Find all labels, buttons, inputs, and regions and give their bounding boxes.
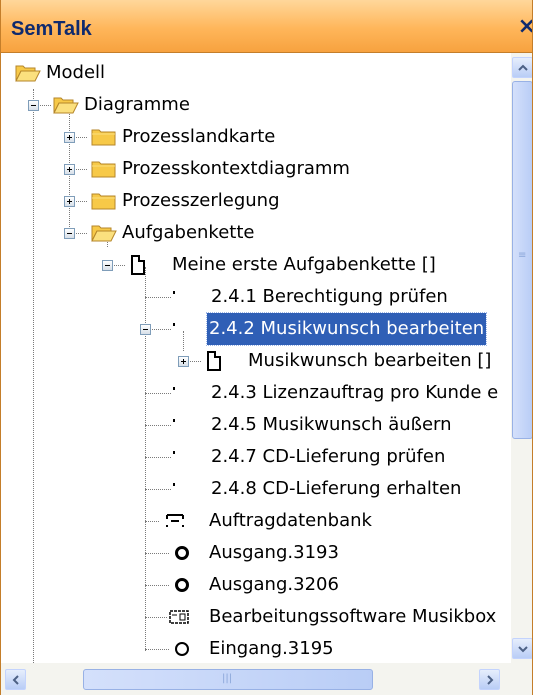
process-step-icon bbox=[173, 419, 175, 422]
tree-item-label: Diagramme bbox=[84, 94, 190, 115]
open-folder-icon bbox=[53, 97, 79, 114]
tree-item-2-4-7[interactable]: 2.4.7 CD-Lieferung prüfen bbox=[1, 441, 501, 473]
tree-branch-line bbox=[145, 617, 167, 618]
tree-branch-line bbox=[145, 521, 159, 522]
tree-item-label: Ausgang.3193 bbox=[209, 542, 339, 563]
horizontal-scrollbar[interactable]: ||| bbox=[1, 663, 511, 695]
tree-branch-line bbox=[145, 297, 171, 298]
scroll-left-button[interactable] bbox=[5, 669, 26, 690]
chevron-down-icon bbox=[518, 646, 528, 653]
tree-item-prozesslandkarte[interactable]: Prozesslandkarte bbox=[1, 121, 331, 153]
expand-toggle-icon[interactable] bbox=[64, 132, 75, 143]
tree-item-label: Meine erste Aufgabenkette [] bbox=[172, 254, 436, 275]
tree-item-meine-erste-aufgabenkette[interactable]: Meine erste Aufgabenkette [] bbox=[1, 249, 481, 281]
process-step-icon bbox=[173, 323, 175, 326]
folder-icon bbox=[91, 129, 116, 146]
collapse-toggle-icon[interactable] bbox=[102, 260, 113, 271]
close-icon[interactable]: × bbox=[518, 14, 532, 39]
tree-item-label: Aufgabenkette bbox=[122, 222, 255, 243]
folder-icon bbox=[91, 161, 116, 178]
tree-branch-line bbox=[145, 393, 171, 394]
tree-item-label: 2.4.5 Musikwunsch äußern bbox=[211, 414, 452, 435]
tree-item-ausgang-3206[interactable]: Ausgang.3206 bbox=[1, 569, 501, 601]
expand-toggle-icon[interactable] bbox=[178, 356, 189, 367]
tree-item-label: 2.4.1 Berechtigung prüfen bbox=[211, 286, 448, 307]
tree-branch-line bbox=[145, 489, 171, 490]
expand-toggle-icon[interactable] bbox=[64, 196, 75, 207]
tree-branch-line bbox=[145, 649, 169, 650]
scroll-down-button[interactable] bbox=[512, 638, 532, 659]
software-icon bbox=[169, 610, 189, 624]
tree-item-2-4-8[interactable]: 2.4.8 CD-Lieferung erhalten bbox=[1, 473, 501, 505]
tree-item-label: Prozesszerlegung bbox=[122, 190, 280, 211]
tree-item-label: Bearbeitungssoftware Musikbox bbox=[209, 606, 497, 627]
tree-item-modell[interactable]: Modell bbox=[1, 57, 301, 89]
process-step-icon bbox=[173, 291, 175, 294]
open-folder-icon bbox=[15, 65, 41, 82]
tree-branch-line bbox=[145, 553, 169, 554]
tree-branch-line bbox=[145, 457, 171, 458]
scrollbar-corner bbox=[511, 663, 532, 695]
vertical-scrollbar[interactable]: ≡ bbox=[511, 53, 532, 663]
process-step-icon bbox=[173, 451, 175, 454]
grip-icon: ||| bbox=[222, 673, 233, 684]
chevron-right-icon bbox=[487, 675, 494, 685]
database-icon bbox=[166, 514, 184, 528]
tree-item-label: Modell bbox=[46, 62, 106, 83]
panel-titlebar: SemTalk × bbox=[1, 0, 532, 53]
tree-item-label: 2.4.3 Lizenzauftrag pro Kunde e bbox=[211, 382, 499, 403]
collapse-toggle-icon[interactable] bbox=[64, 228, 75, 239]
tree-item-auftragdatenbank[interactable]: Auftragdatenbank bbox=[1, 505, 501, 537]
tree-item-diagramme[interactable]: Diagramme bbox=[1, 89, 301, 121]
vertical-scroll-thumb[interactable]: ≡ bbox=[512, 81, 532, 439]
tree-item-musikwunsch-diagram[interactable]: Musikwunsch bearbeiten [] bbox=[1, 345, 511, 377]
tree-item-label: Musikwunsch bearbeiten [] bbox=[248, 350, 492, 371]
semtalk-panel: SemTalk × Modell Diagramme bbox=[0, 0, 533, 695]
tree-item-prozesskontextdiagramm[interactable]: Prozesskontextdiagramm bbox=[1, 153, 401, 185]
output-icon bbox=[175, 546, 189, 560]
scroll-up-button[interactable] bbox=[512, 57, 532, 78]
model-tree: Modell Diagramme Prozesslandkarte Prozes… bbox=[1, 53, 511, 663]
tree-item-2-4-3[interactable]: 2.4.3 Lizenzauftrag pro Kunde e bbox=[1, 377, 511, 409]
process-step-icon bbox=[173, 483, 175, 486]
output-icon bbox=[175, 578, 189, 592]
tree-branch-line bbox=[145, 585, 169, 586]
input-icon bbox=[175, 642, 189, 656]
diagram-page-icon bbox=[207, 351, 221, 371]
tree-item-label: Ausgang.3206 bbox=[209, 574, 339, 595]
diagram-page-icon bbox=[131, 255, 145, 275]
expand-toggle-icon[interactable] bbox=[64, 164, 75, 175]
tree-item-label: 2.4.8 CD-Lieferung erhalten bbox=[211, 478, 462, 499]
grip-icon: ≡ bbox=[518, 250, 527, 261]
tree-item-2-4-2[interactable]: 2.4.2 Musikwunsch bearbeiten bbox=[1, 312, 511, 346]
tree-branch-line bbox=[145, 425, 171, 426]
panel-title: SemTalk bbox=[11, 18, 92, 40]
tree-item-2-4-1[interactable]: 2.4.1 Berechtigung prüfen bbox=[1, 281, 501, 313]
tree-item-eingang-3195[interactable]: Eingang.3195 bbox=[1, 633, 501, 663]
tree-item-2-4-5[interactable]: 2.4.5 Musikwunsch äußern bbox=[1, 409, 501, 441]
chevron-up-icon bbox=[518, 64, 528, 71]
tree-item-label: 2.4.7 CD-Lieferung prüfen bbox=[211, 446, 446, 467]
tree-item-prozesszerlegung[interactable]: Prozesszerlegung bbox=[1, 185, 331, 217]
scroll-right-button[interactable] bbox=[479, 669, 500, 690]
process-step-icon bbox=[173, 387, 175, 390]
tree-item-label: Prozesskontextdiagramm bbox=[122, 158, 350, 179]
folder-icon bbox=[91, 193, 116, 210]
horizontal-scroll-thumb[interactable]: ||| bbox=[83, 669, 373, 690]
tree-item-aufgabenkette[interactable]: Aufgabenkette bbox=[1, 217, 331, 249]
tree-item-label-selected: 2.4.2 Musikwunsch bearbeiten bbox=[205, 312, 488, 346]
open-folder-icon bbox=[91, 225, 117, 242]
tree-item-ausgang-3193[interactable]: Ausgang.3193 bbox=[1, 537, 501, 569]
tree-item-label: Eingang.3195 bbox=[209, 638, 334, 659]
tree-item-label: Prozesslandkarte bbox=[122, 126, 276, 147]
collapse-toggle-icon[interactable] bbox=[140, 324, 151, 335]
collapse-toggle-icon[interactable] bbox=[28, 100, 39, 111]
tree-item-label: Auftragdatenbank bbox=[209, 510, 372, 531]
tree-item-bearbeitungssoftware[interactable]: Bearbeitungssoftware Musikbox bbox=[1, 601, 511, 633]
chevron-left-icon bbox=[12, 675, 19, 685]
